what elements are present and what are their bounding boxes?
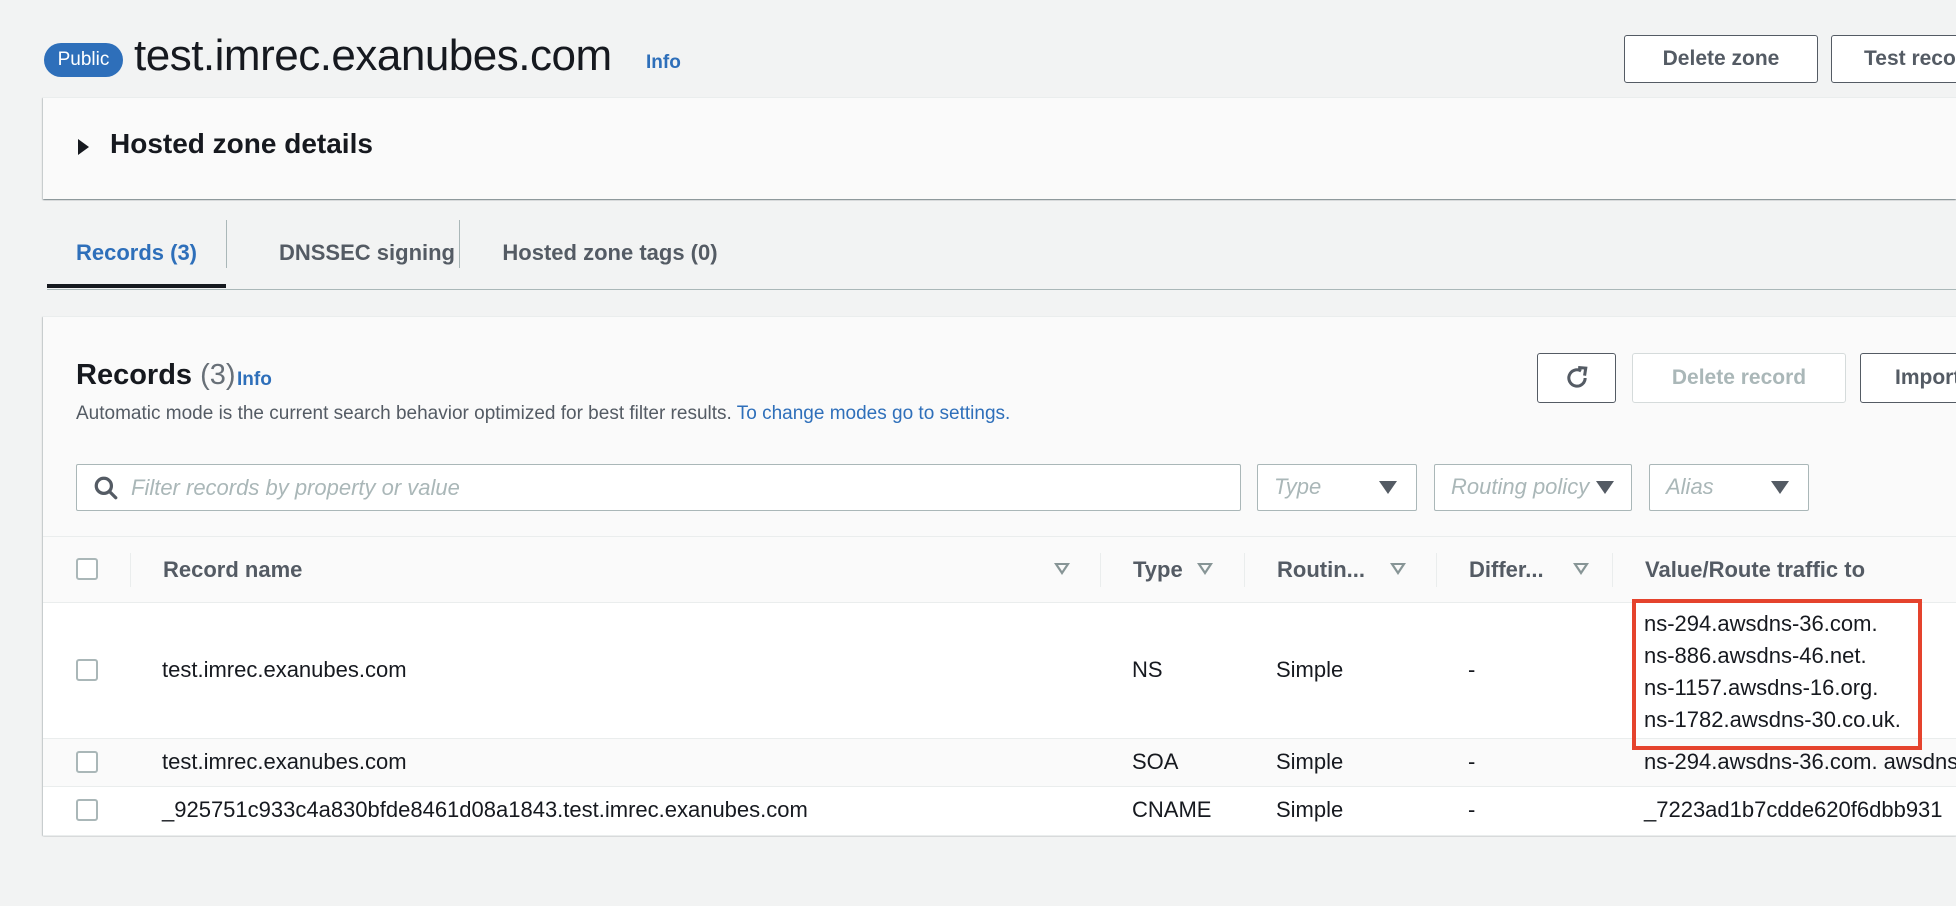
record-differentiator: - [1468, 797, 1476, 822]
ns-value: ns-886.awsdns-46.net. [1644, 643, 1867, 668]
record-name: test.imrec.exanubes.com [162, 657, 407, 682]
sort-icon[interactable] [1197, 563, 1213, 575]
record-values: _7223ad1b7cdde620f6dbb931 [1644, 797, 1943, 822]
sort-icon[interactable] [1390, 563, 1406, 575]
caret-right-icon[interactable] [78, 139, 89, 155]
ns-value: ns-294.awsdns-36.com. [1644, 611, 1878, 636]
search-icon [94, 476, 118, 499]
alias-filter-select[interactable]: Alias [1649, 464, 1809, 511]
record-type: CNAME [1132, 797, 1212, 822]
import-zone-file-button[interactable]: Import zone file [1860, 353, 1956, 403]
row-checkbox[interactable] [76, 751, 98, 773]
test-record-button[interactable]: Test record [1831, 35, 1956, 83]
records-count: (3) [200, 359, 236, 391]
delete-record-button[interactable]: Delete record [1632, 353, 1846, 403]
record-name: test.imrec.exanubes.com [162, 749, 407, 774]
record-routing-policy: Simple [1276, 749, 1344, 774]
tab-records[interactable]: Records (3) [47, 218, 226, 288]
column-separator [1100, 553, 1101, 587]
record-routing-policy: Simple [1276, 657, 1344, 682]
caret-down-icon [1771, 481, 1789, 494]
routing-policy-filter-select[interactable]: Routing policy [1434, 464, 1632, 511]
alias-filter-label: Alias [1666, 474, 1714, 499]
ns-value: ns-1782.awsdns-30.co.uk. [1644, 707, 1901, 732]
column-header-record-name[interactable]: Record name [163, 537, 302, 603]
refresh-button[interactable] [1537, 353, 1616, 403]
delete-zone-button[interactable]: Delete zone [1624, 35, 1818, 83]
select-all-checkbox[interactable] [76, 558, 98, 580]
table-row[interactable]: test.imrec.exanubes.com SOA Simple - ns-… [43, 739, 1956, 787]
hosted-zone-details-panel[interactable]: Hosted zone details [43, 97, 1956, 199]
table-header: Record name Type Routin... Differ... Val… [43, 536, 1956, 603]
record-differentiator: - [1468, 657, 1476, 682]
caret-down-icon [1596, 481, 1614, 494]
page-title: test.imrec.exanubes.com [134, 28, 612, 84]
column-separator [1612, 553, 1613, 587]
active-tab-indicator [47, 284, 226, 288]
type-filter-select[interactable]: Type [1257, 464, 1417, 511]
column-separator [1436, 553, 1437, 587]
table-row[interactable]: _925751c933c4a830bfde8461d08a1843.test.i… [43, 787, 1956, 836]
records-panel: Records (3) Info Automatic mode is the c… [43, 316, 1956, 836]
column-separator [130, 553, 131, 587]
column-header-value[interactable]: Value/Route traffic to [1645, 537, 1865, 603]
hosted-zone-name: test.imrec.exanubes.com [134, 31, 612, 80]
column-separator [1244, 553, 1245, 587]
record-differentiator: - [1468, 749, 1476, 774]
record-name: _925751c933c4a830bfde8461d08a1843.test.i… [162, 797, 808, 822]
ns-value: ns-1157.awsdns-16.org. [1644, 675, 1879, 700]
record-values: ns-294.awsdns-36.com. awsdns-hostmaster.… [1644, 749, 1956, 774]
type-filter-label: Type [1274, 474, 1322, 499]
record-values: ns-294.awsdns-36.com. ns-886.awsdns-46.n… [1644, 608, 1901, 736]
public-badge: Public [44, 43, 123, 77]
record-type: NS [1132, 657, 1163, 682]
row-checkbox[interactable] [76, 799, 98, 821]
refresh-icon [1566, 365, 1587, 388]
column-header-type[interactable]: Type [1133, 537, 1183, 603]
tab-bar: Records (3) DNSSEC signing Hosted zone t… [47, 218, 1956, 290]
sort-icon[interactable] [1054, 563, 1070, 575]
tab-hosted-zone-tags[interactable]: Hosted zone tags (0) [460, 218, 760, 288]
column-header-routing-policy[interactable]: Routin... [1277, 537, 1365, 603]
row-checkbox[interactable] [76, 659, 98, 681]
filter-records-search[interactable] [76, 464, 1241, 511]
header-info-link[interactable]: Info [646, 52, 681, 74]
records-info-link[interactable]: Info [237, 369, 272, 391]
record-routing-policy: Simple [1276, 797, 1344, 822]
records-title: Records [76, 359, 193, 391]
search-mode-description: Automatic mode is the current search beh… [76, 403, 1010, 425]
column-header-differentiator[interactable]: Differ... [1469, 537, 1544, 603]
sort-icon[interactable] [1573, 563, 1589, 575]
hosted-zone-details-title[interactable]: Hosted zone details [110, 128, 373, 160]
settings-link[interactable]: To change modes go to settings. [737, 403, 1011, 424]
record-type: SOA [1132, 749, 1179, 774]
records-heading: Records (3) [76, 359, 236, 392]
description-text: Automatic mode is the current search beh… [76, 403, 732, 424]
caret-down-icon [1379, 481, 1397, 494]
filter-records-input[interactable] [131, 474, 1131, 501]
table-row[interactable]: test.imrec.exanubes.com NS Simple - ns-2… [43, 603, 1956, 739]
routing-policy-filter-label: Routing policy [1451, 474, 1590, 499]
